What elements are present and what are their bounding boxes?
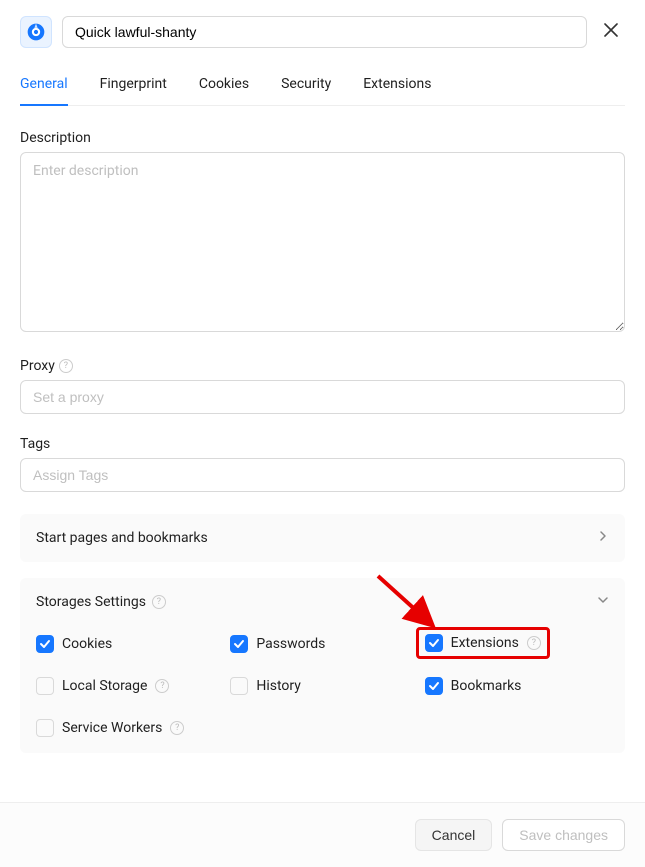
- extensions-highlight: Extensions ?: [416, 627, 550, 659]
- cancel-button[interactable]: Cancel: [415, 819, 493, 851]
- profile-icon[interactable]: [20, 16, 52, 48]
- tab-general[interactable]: General: [20, 66, 68, 106]
- checkbox[interactable]: [425, 677, 443, 695]
- storage-label: Extensions: [451, 635, 519, 651]
- tab-cookies[interactable]: Cookies: [199, 66, 249, 106]
- chevron-right-icon: [597, 530, 609, 546]
- chevron-down-icon: [597, 594, 609, 610]
- storages-panel-header[interactable]: Storages Settings ?: [36, 594, 609, 610]
- help-icon[interactable]: ?: [527, 636, 541, 650]
- start-pages-label: Start pages and bookmarks: [36, 530, 208, 546]
- tags-input[interactable]: [20, 458, 625, 492]
- storage-label: Passwords: [256, 636, 325, 652]
- tabs: General Fingerprint Cookies Security Ext…: [20, 66, 625, 106]
- checkbox[interactable]: [36, 677, 54, 695]
- checkbox[interactable]: [425, 634, 443, 652]
- close-icon: [604, 23, 618, 42]
- save-button[interactable]: Save changes: [502, 819, 625, 851]
- tab-extensions[interactable]: Extensions: [363, 66, 431, 106]
- help-icon[interactable]: ?: [170, 721, 184, 735]
- description-textarea[interactable]: [20, 152, 625, 332]
- checkbox[interactable]: [36, 635, 54, 653]
- storage-label: Service Workers: [62, 720, 162, 736]
- help-icon[interactable]: ?: [152, 595, 166, 609]
- storage-label: Bookmarks: [451, 678, 522, 694]
- checkbox[interactable]: [230, 635, 248, 653]
- tags-label: Tags: [20, 436, 625, 452]
- profile-name-input[interactable]: [62, 16, 587, 48]
- storage-cookies[interactable]: Cookies: [36, 634, 220, 653]
- storage-passwords[interactable]: Passwords: [230, 634, 414, 653]
- close-button[interactable]: [597, 18, 625, 46]
- description-label: Description: [20, 130, 625, 146]
- storage-bookmarks[interactable]: Bookmarks: [425, 677, 609, 695]
- storage-label: Cookies: [62, 636, 112, 652]
- storages-panel: Storages Settings ? Cookies Passwords: [20, 578, 625, 753]
- checkbox[interactable]: [230, 677, 248, 695]
- storage-service-workers[interactable]: Service Workers ?: [36, 719, 220, 737]
- start-pages-panel-header[interactable]: Start pages and bookmarks: [36, 530, 609, 546]
- proxy-input[interactable]: [20, 380, 625, 414]
- storage-label: Local Storage: [62, 678, 147, 694]
- storages-label: Storages Settings: [36, 594, 146, 610]
- help-icon[interactable]: ?: [59, 359, 73, 373]
- proxy-label: Proxy: [20, 358, 55, 374]
- storage-label: History: [256, 678, 301, 694]
- tab-fingerprint[interactable]: Fingerprint: [100, 66, 167, 106]
- storage-history[interactable]: History: [230, 677, 414, 695]
- storage-extensions[interactable]: Extensions ?: [425, 634, 541, 652]
- checkbox[interactable]: [36, 719, 54, 737]
- storage-local-storage[interactable]: Local Storage ?: [36, 677, 220, 695]
- start-pages-panel: Start pages and bookmarks: [20, 514, 625, 562]
- help-icon[interactable]: ?: [155, 679, 169, 693]
- tab-security[interactable]: Security: [281, 66, 331, 106]
